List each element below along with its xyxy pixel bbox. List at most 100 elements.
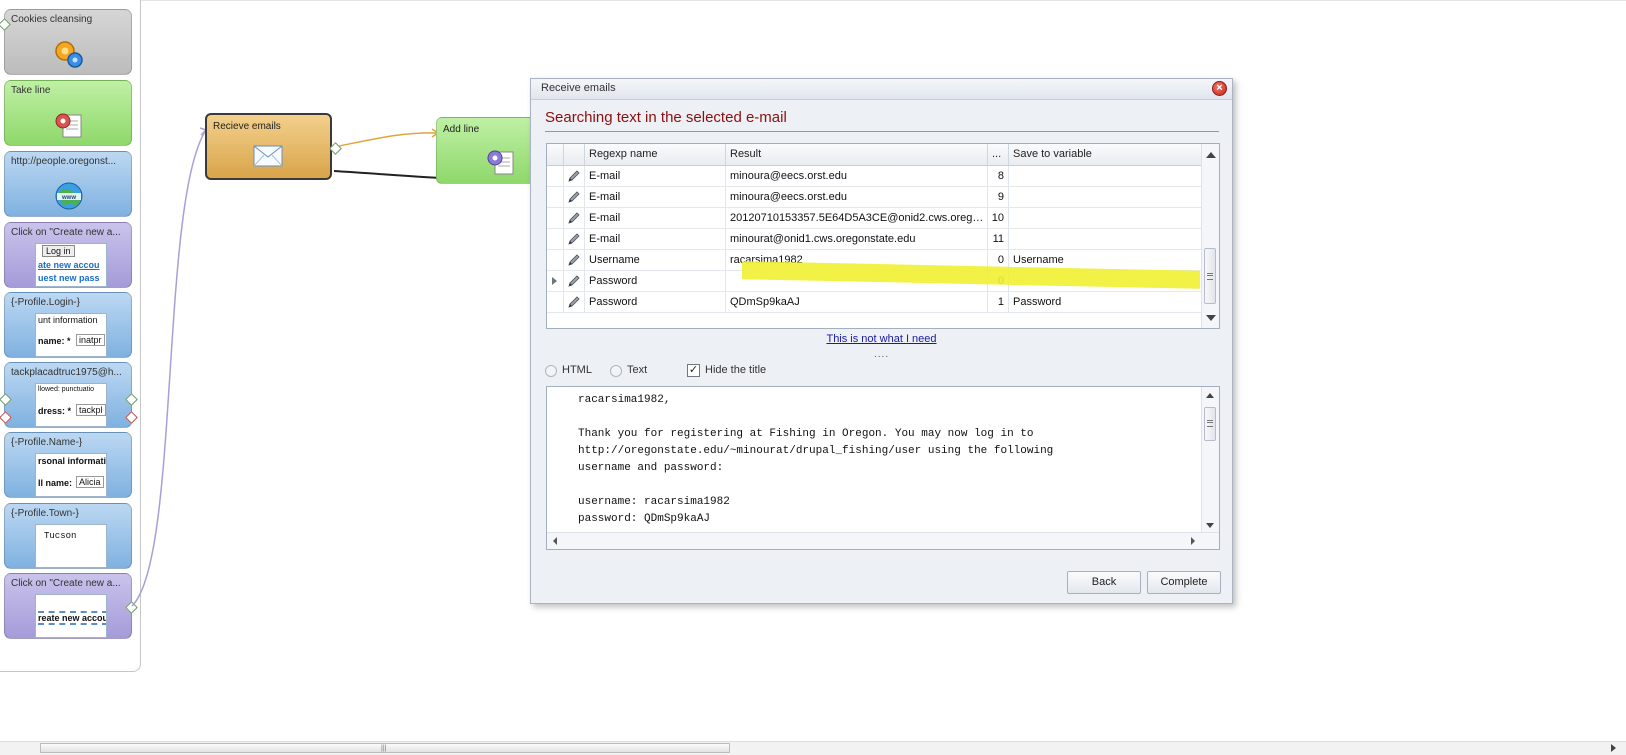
not-what-i-need-link: This is not what I need (531, 333, 1232, 345)
link-text[interactable]: This is not what I need (826, 333, 936, 345)
scroll-thumb[interactable] (1204, 248, 1216, 304)
receive-emails-dialog: Receive emails × Searching text in the s… (530, 78, 1233, 604)
scroll-right-arrow-icon[interactable] (1191, 537, 1195, 545)
column-header-index[interactable]: ... (988, 144, 1009, 165)
current-row-arrow-icon (552, 277, 557, 285)
edit-cell[interactable] (564, 292, 585, 312)
email-text-view[interactable]: racarsima1982, Thank you for registering… (546, 386, 1220, 550)
table-row[interactable]: E-mail minourat@onid1.cws.oregonstate.edu… (547, 229, 1202, 250)
dialog-titlebar[interactable]: Receive emails × (531, 79, 1232, 100)
html-radio-label[interactable]: HTML (562, 364, 592, 376)
text-radio-label[interactable]: Text (627, 364, 647, 376)
edit-cell[interactable] (564, 166, 585, 186)
save-to-variable-cell[interactable] (1009, 229, 1202, 249)
splitter-handle[interactable]: .... (874, 349, 889, 360)
index-cell[interactable]: 10 (988, 208, 1009, 228)
regexp-name-cell[interactable]: Password (585, 271, 726, 291)
regexp-name-cell[interactable]: E-mail (585, 229, 726, 249)
result-cell[interactable]: QDmSp9kaAJ (726, 292, 988, 312)
hide-title-label[interactable]: Hide the title (705, 364, 766, 376)
node-title: Add line (443, 124, 480, 135)
save-to-variable-cell[interactable]: Username (1009, 250, 1202, 270)
scroll-right-arrow-icon[interactable] (1611, 744, 1616, 752)
regexp-name-cell[interactable]: Password (585, 292, 726, 312)
text-vertical-scrollbar[interactable] (1201, 387, 1219, 533)
text-horizontal-scrollbar[interactable] (547, 532, 1219, 549)
regexp-name-cell[interactable]: E-mail (585, 208, 726, 228)
pencil-icon[interactable] (566, 168, 582, 184)
column-header-regexp-name[interactable]: Regexp name (585, 144, 726, 165)
grid-header: Regexp name Result ... Save to variable (547, 144, 1202, 166)
index-cell[interactable]: 0 (988, 271, 1009, 291)
table-row[interactable]: E-mail 20120710153357.5E64D5A3CE@onid2.cw… (547, 208, 1202, 229)
scroll-down-arrow-icon[interactable] (1206, 315, 1216, 321)
row-indicator (547, 229, 564, 249)
edit-cell[interactable] (564, 208, 585, 228)
column-header-save-to-variable[interactable]: Save to variable (1009, 144, 1202, 165)
regexp-name-cell[interactable]: Username (585, 250, 726, 270)
wire (333, 132, 439, 148)
header-indicator-col (547, 144, 564, 165)
regexp-name-cell[interactable]: E-mail (585, 187, 726, 207)
scroll-thumb[interactable] (1204, 407, 1216, 441)
table-row[interactable]: Password QDmSp9kaAJ 1 Password (547, 292, 1202, 313)
row-indicator (547, 166, 564, 186)
result-cell[interactable]: minoura@eecs.orst.edu (726, 166, 988, 186)
index-cell[interactable]: 9 (988, 187, 1009, 207)
grid-scrollbar[interactable] (1201, 144, 1219, 328)
edit-cell[interactable] (564, 250, 585, 270)
row-indicator (547, 187, 564, 207)
text-radio[interactable] (610, 365, 622, 377)
index-cell[interactable]: 8 (988, 166, 1009, 186)
table-row[interactable]: Password 0 (547, 271, 1202, 292)
close-icon[interactable]: × (1212, 81, 1227, 96)
row-indicator (547, 292, 564, 312)
save-to-variable-cell[interactable] (1009, 208, 1202, 228)
index-cell[interactable]: 11 (988, 229, 1009, 249)
table-row[interactable]: E-mail minoura@eecs.orst.edu 8 (547, 166, 1202, 187)
pencil-icon[interactable] (566, 231, 582, 247)
result-cell[interactable] (726, 271, 988, 291)
html-radio[interactable] (545, 365, 557, 377)
node-add-line[interactable]: Add line (436, 117, 536, 184)
table-row[interactable]: E-mail minoura@eecs.orst.edu 9 (547, 187, 1202, 208)
pencil-icon[interactable] (566, 252, 582, 268)
result-cell[interactable]: minourat@onid1.cws.oregonstate.edu (726, 229, 988, 249)
scroll-up-arrow-icon[interactable] (1206, 152, 1216, 158)
view-options: HTML Text ✓ Hide the title (545, 363, 945, 379)
row-indicator (547, 208, 564, 228)
hide-title-checkbox[interactable]: ✓ (687, 364, 700, 377)
result-cell[interactable]: racarsima1982 (726, 250, 988, 270)
node-receive-emails[interactable]: Recieve emails (205, 113, 342, 180)
save-to-variable-cell[interactable]: Password (1009, 292, 1202, 312)
pencil-icon[interactable] (566, 294, 582, 310)
pencil-icon[interactable] (566, 273, 582, 289)
scroll-left-arrow-icon[interactable] (553, 537, 557, 545)
column-header-result[interactable]: Result (726, 144, 988, 165)
canvas-horizontal-scrollbar[interactable]: ||| (0, 741, 1626, 755)
grip-icon (1207, 420, 1213, 427)
scroll-up-arrow-icon[interactable] (1206, 393, 1214, 398)
pencil-icon[interactable] (566, 210, 582, 226)
regexp-name-cell[interactable]: E-mail (585, 166, 726, 186)
edit-cell[interactable] (564, 271, 585, 291)
result-cell[interactable]: 20120710153357.5E64D5A3CE@onid2.cws.oreg… (726, 208, 988, 228)
table-row[interactable]: Username racarsima1982 0 Username (547, 250, 1202, 271)
back-button[interactable]: Back (1067, 571, 1141, 594)
save-to-variable-cell[interactable] (1009, 187, 1202, 207)
scroll-thumb[interactable]: ||| (40, 743, 730, 753)
dialog-heading: Searching text in the selected e-mail (545, 109, 787, 126)
edit-cell[interactable] (564, 229, 585, 249)
header-edit-col (564, 144, 585, 165)
grip-icon: ||| (381, 745, 387, 752)
wire (131, 129, 207, 607)
save-to-variable-cell[interactable] (1009, 271, 1202, 291)
save-to-variable-cell[interactable] (1009, 166, 1202, 186)
pencil-icon[interactable] (566, 189, 582, 205)
edit-cell[interactable] (564, 187, 585, 207)
index-cell[interactable]: 0 (988, 250, 1009, 270)
result-cell[interactable]: minoura@eecs.orst.edu (726, 187, 988, 207)
scroll-down-arrow-icon[interactable] (1206, 523, 1214, 528)
complete-button[interactable]: Complete (1147, 571, 1221, 594)
index-cell[interactable]: 1 (988, 292, 1009, 312)
